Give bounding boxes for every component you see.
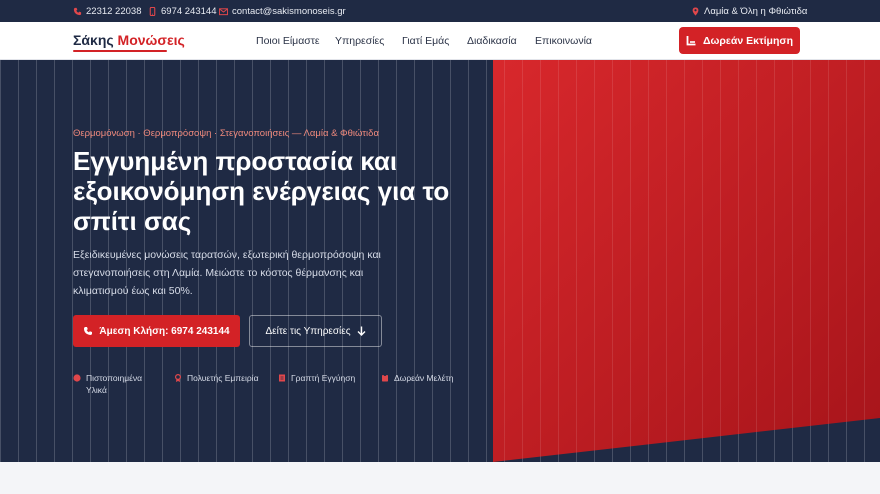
- envelope-icon: [219, 7, 228, 15]
- nav-item-process[interactable]: Διαδικασία: [467, 35, 517, 47]
- site-header: Σάκης Μονώσεις Ποιοι Είμαστε Υπηρεσίες Γ…: [0, 22, 880, 60]
- certificate-icon: [73, 374, 81, 382]
- phone-icon: [73, 7, 82, 15]
- feature-label: Γραπτή Εγγύηση: [291, 373, 356, 383]
- free-estimate-button[interactable]: Δωρεάν Εκτίμηση: [679, 27, 800, 54]
- email-text: contact@sakismonoseis.gr: [232, 5, 346, 17]
- feature-certified-materials: Πιστοποιημένα Υλικά: [73, 372, 153, 396]
- location-info: Λαμία & Όλη η Φθιώτιδα: [691, 0, 807, 22]
- email-link[interactable]: contact@sakismonoseis.gr: [219, 0, 346, 22]
- call-now-label: Άμεση Κλήση: 6974 243144: [99, 325, 230, 337]
- clipboard-icon: [382, 374, 388, 382]
- logo[interactable]: Σάκης Μονώσεις: [73, 32, 185, 48]
- arrow-down-icon: [357, 326, 366, 336]
- calculator-icon: [686, 36, 696, 46]
- feature-label: Δωρεάν Μελέτη: [394, 373, 454, 383]
- phone-landline[interactable]: 22312 22038: [73, 0, 141, 22]
- hero-subtitle: Εξειδικευμένες μονώσεις ταρατσών, εξωτερ…: [73, 249, 381, 297]
- view-services-button[interactable]: Δείτε τις Υπηρεσίες: [249, 315, 382, 347]
- nav-item-about[interactable]: Ποιοι Είμαστε: [256, 35, 320, 47]
- call-now-button[interactable]: Άμεση Κλήση: 6974 243144: [73, 315, 240, 347]
- hero-eyebrow: Θερμομόνωση · Θερμοπρόσοψη · Στεγανοποιή…: [73, 128, 379, 139]
- mobile-phone-icon: [149, 6, 156, 16]
- next-section-start: [0, 462, 880, 494]
- view-services-label: Δείτε τις Υπηρεσίες: [265, 325, 351, 337]
- location-text: Λαμία & Όλη η Φθιώτιδα: [704, 5, 808, 17]
- phone-mobile-text: 6974 243144: [161, 5, 217, 17]
- logo-underline: [73, 50, 167, 52]
- top-info-bar: 22312 22038 6974 243144 contact@sakismon…: [0, 0, 880, 22]
- logo-accent: Μονώσεις: [117, 32, 185, 48]
- hero-title: Εγγυημένη προστασία και εξοικονόμηση ενέ…: [73, 146, 450, 236]
- feature-experience: Πολυετής Εμπειρία: [174, 372, 258, 384]
- nav-item-contact[interactable]: Επικοινωνία: [535, 35, 592, 47]
- feature-label: Πιστοποιημένα Υλικά: [86, 373, 143, 395]
- award-icon: [175, 374, 181, 382]
- map-pin-icon: [692, 6, 699, 16]
- feature-written-warranty: Γραπτή Εγγύηση: [278, 372, 355, 384]
- hero-section: Θερμομόνωση · Θερμοπρόσοψη · Στεγανοποιή…: [0, 60, 880, 462]
- phone-landline-text: 22312 22038: [86, 5, 142, 17]
- phone-mobile[interactable]: 6974 243144: [148, 0, 216, 22]
- nav-item-why-us[interactable]: Γιατί Εμάς: [402, 35, 449, 47]
- logo-name: Σάκης: [73, 32, 114, 48]
- feature-free-study: Δωρεάν Μελέτη: [381, 372, 453, 384]
- document-icon: [279, 374, 285, 382]
- feature-label: Πολυετής Εμπειρία: [187, 373, 259, 383]
- free-estimate-label: Δωρεάν Εκτίμηση: [702, 34, 793, 47]
- phone-icon: [84, 327, 93, 335]
- nav-item-services[interactable]: Υπηρεσίες: [335, 35, 384, 47]
